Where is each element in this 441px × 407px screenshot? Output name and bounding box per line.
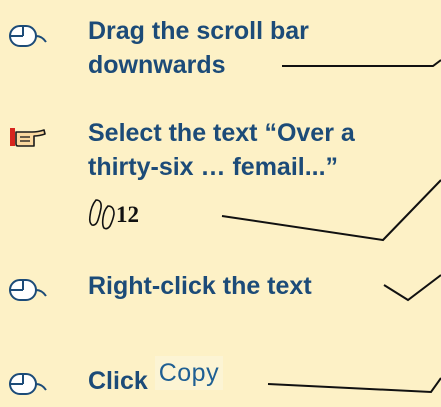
mouse-icon (9, 279, 47, 301)
connector-step-4 (267, 377, 441, 394)
connector-step-3 (383, 274, 441, 302)
step-4-prefix: Click (88, 367, 148, 395)
step-4-text: Click Copy (88, 356, 224, 398)
mouse-icon (9, 25, 47, 47)
pointing-hand-icon (10, 128, 46, 147)
step-1-text: Drag the scroll bar downwards (88, 14, 309, 82)
step-2-text: Select the text “Over a thirty-six … fem… (88, 116, 355, 184)
step-2-line-2: thirty-six … femail...” (88, 153, 339, 181)
step-3-text: Right-click the text (88, 269, 312, 303)
step-1-line-2: downwards (88, 51, 226, 79)
mouse-icon (9, 373, 47, 395)
step-number: 12 (116, 202, 139, 227)
step-1-line-1: Drag the scroll bar (88, 17, 309, 45)
footprints-icon (88, 199, 115, 230)
step-2-line-1: Select the text “Over a (88, 119, 355, 147)
copy-button[interactable]: Copy (154, 356, 224, 390)
step-3-line-1: Right-click the text (88, 272, 312, 300)
connector-step-2 (221, 179, 441, 242)
